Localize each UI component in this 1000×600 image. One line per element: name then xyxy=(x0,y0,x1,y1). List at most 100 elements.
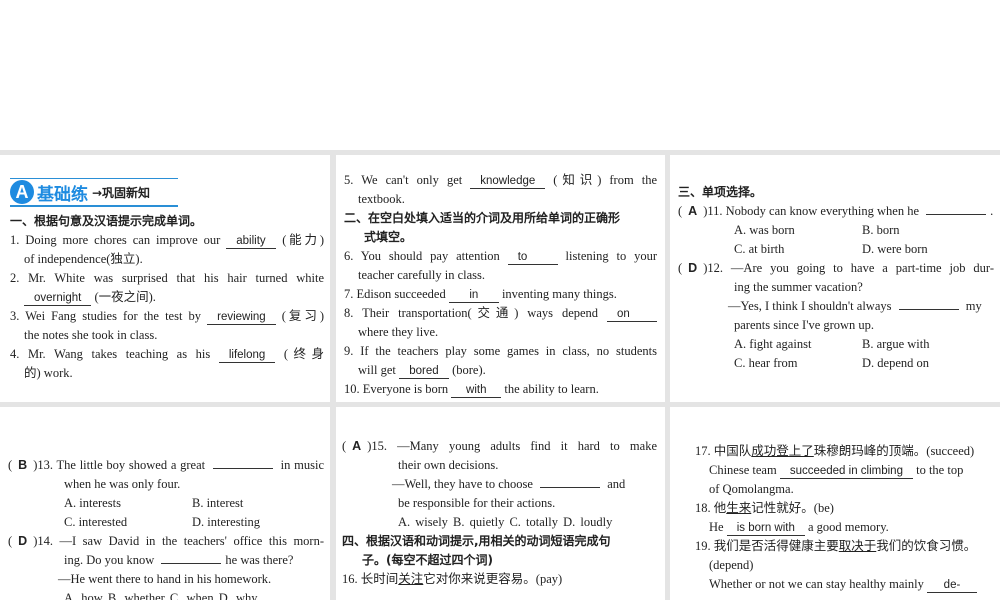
option: C. interested xyxy=(64,515,128,529)
option: D. were born xyxy=(862,242,928,256)
text: be responsible for their actions. xyxy=(398,496,556,510)
panel-single-choice-cont: (B)13. The little boy showed a great in … xyxy=(0,407,330,600)
exercise-line: A. wisely B. quietly C. totally D. loudl… xyxy=(342,513,657,532)
exercise-line: A. fight against B. argue with xyxy=(678,335,994,354)
text: 的) work. xyxy=(24,366,73,380)
option: A. interests xyxy=(64,496,121,510)
answer-blank: overnight xyxy=(24,291,92,306)
exercise-line: 18. 他生来记性就好。(be) xyxy=(695,499,994,518)
answer-blank: is born with xyxy=(726,521,805,536)
option: C. hear from xyxy=(734,356,798,370)
exercise-line: 17. 中国队成功登上了珠穆朗玛峰的顶端。(succeed) xyxy=(695,442,994,461)
text: 它对你来说更容易。(pay) xyxy=(423,572,563,586)
option: D. interesting xyxy=(192,515,261,529)
text: )14. —I saw David in the teachers' offic… xyxy=(33,534,324,548)
answer-blank: knowledge xyxy=(470,174,546,189)
choice-bracket: (B xyxy=(8,458,33,472)
text: —Yes, I think I shouldn't always xyxy=(728,299,895,313)
text: 16. 长时间 xyxy=(342,572,399,586)
section-title: 基础练 xyxy=(37,184,88,205)
text: 我们的饮食习惯。 xyxy=(876,539,977,553)
text: (终身 xyxy=(275,347,324,361)
text: 8. Their transportation(交通) ways depend xyxy=(344,306,607,320)
text: )11. Nobody can know everything when he xyxy=(703,204,923,218)
choice-answer: B xyxy=(18,458,28,472)
exercise-line: 的) work. xyxy=(10,364,324,383)
text: teacher carefully in class. xyxy=(358,268,486,282)
text: ing the summer vacation? xyxy=(734,280,863,294)
text: (一夜之间). xyxy=(91,290,156,304)
exercise-line: A. how B. whether C. when D. why xyxy=(8,589,324,600)
section-heading: 一、根据句意及汉语提示完成单词。 xyxy=(10,212,324,231)
text: ing. Do you know xyxy=(64,553,158,567)
text: (知识) from the xyxy=(545,173,657,187)
exercise-line: textbook. xyxy=(344,190,657,209)
answer-blank: with xyxy=(451,383,502,398)
exercise-line: 6. You should pay attention to listening… xyxy=(344,247,657,266)
underlined-text: 成功登上了 xyxy=(751,444,814,458)
empty-blank xyxy=(212,456,273,469)
text: textbook. xyxy=(358,192,405,206)
answer-blank: de- xyxy=(926,578,977,593)
text: 记性就好。(be) xyxy=(751,501,834,515)
text: . xyxy=(990,204,994,218)
exercise-line: He is born with a good memory. xyxy=(695,518,994,537)
text: —Well, they have to choose xyxy=(392,477,537,491)
exercise-line: of independence(独立). xyxy=(10,250,324,269)
exercise-line: of Qomolangma. xyxy=(695,480,994,499)
exercise-line: C. interested D. interesting xyxy=(8,513,324,532)
underlined-text: 关注 xyxy=(398,572,424,586)
exercise-line: (depend) xyxy=(695,556,994,575)
exercise-line: 4. Mr. Wang takes teaching as his lifelo… xyxy=(10,345,324,364)
answer-blank: succeeded in climbing xyxy=(779,464,913,479)
exercise-line: ing the summer vacation? xyxy=(678,278,994,297)
option: A. fight against xyxy=(734,337,812,351)
option: C. at birth xyxy=(734,242,785,256)
exercise-line: C. at birth D. were born xyxy=(678,240,994,259)
answer-blank: in xyxy=(448,288,499,303)
text: 1. Doing more chores can improve our xyxy=(10,233,227,247)
text: a good memory. xyxy=(804,520,889,534)
text: A. wisely B. quietly C. totally D. loudl… xyxy=(398,515,613,529)
text: listening to your xyxy=(557,249,657,263)
section-heading: 式填空。 xyxy=(344,228,657,247)
text: 3. Wei Fang studies for the test by xyxy=(10,309,208,323)
text: )15. —Many young adults find it hard to … xyxy=(367,439,657,453)
section-heading: 二、在空白处填入适当的介词及用所给单词的正确形 xyxy=(344,209,657,228)
exercise-line: Chinese team succeeded in climbing to th… xyxy=(695,461,994,480)
text: in music xyxy=(276,458,324,472)
text: 6. You should pay attention xyxy=(344,249,508,263)
option: A. was born xyxy=(734,223,795,237)
exercise-line: when he was only four. xyxy=(8,475,324,494)
choice-answer: D xyxy=(688,261,698,275)
section-subtitle: →巩固新知 xyxy=(92,185,151,200)
exercise-line: 2. Mr. White was surprised that his hair… xyxy=(10,269,324,288)
empty-blank xyxy=(540,475,601,488)
exercise-line: ing. Do you know he was there? xyxy=(8,551,324,570)
section-header: A 基础练 →巩固新知 xyxy=(10,178,178,207)
exercise-line: 19. 我们是否活得健康主要取决于我们的饮食习惯。 xyxy=(695,537,994,556)
answer-blank: ability xyxy=(226,234,277,249)
exercise-line: the notes she took in class. xyxy=(10,326,324,345)
text: 7. Edison succeeded xyxy=(344,287,449,301)
underlined-text: 生来 xyxy=(726,501,752,515)
text: A. how B. whether C. when D. why xyxy=(64,591,258,600)
panel-verb-phrases-cont: 17. 中国队成功登上了珠穆朗玛峰的顶端。(succeed) Chinese te… xyxy=(670,407,1000,600)
text: 二、在空白处填入适当的介词及用所给单词的正确形 xyxy=(344,211,621,225)
exercise-line: parents since I've grown up. xyxy=(678,316,994,335)
exercise-line: 5. We can't only get knowledge (知识) from… xyxy=(344,171,657,190)
text: where they live. xyxy=(358,325,439,339)
option: B. interest xyxy=(192,496,244,510)
text: 珠穆朗玛峰的顶端。(succeed) xyxy=(813,444,975,458)
exercise-line: A. was born B. born xyxy=(678,221,994,240)
option: B. born xyxy=(862,223,900,237)
text: (bore). xyxy=(448,363,486,377)
exercise-line: 9. If the teachers play some games in cl… xyxy=(344,342,657,361)
panel-fill-prepositions: 5. We can't only get knowledge (知识) from… xyxy=(336,155,665,402)
exercise-line: 3. Wei Fang studies for the test by revi… xyxy=(10,307,324,326)
exercise-line: (D)14. —I saw David in the teachers' off… xyxy=(8,532,324,551)
text: when he was only four. xyxy=(64,477,181,491)
text: 10. Everyone is born xyxy=(344,382,452,396)
text: of independence(独立). xyxy=(24,252,143,266)
exercise-line: —Well, they have to choose and xyxy=(342,475,657,494)
